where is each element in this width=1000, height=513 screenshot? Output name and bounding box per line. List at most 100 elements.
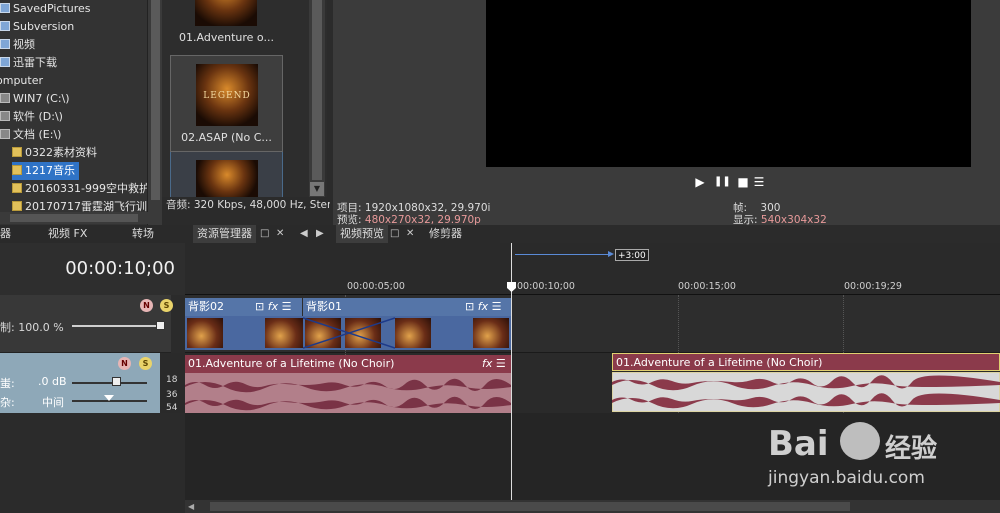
volume-label: 蚩:	[0, 377, 15, 390]
play-icon[interactable]: ▶	[693, 175, 707, 189]
tree-item-drive-d[interactable]: 软件 (D:\)	[0, 108, 63, 126]
tree-item-savedpictures[interactable]: SavedPictures	[0, 0, 91, 18]
ruler-label: 00:00:10;00	[517, 281, 575, 292]
tree-scrollbar[interactable]	[147, 0, 162, 225]
volume-slider[interactable]	[72, 382, 147, 384]
meter-tick: 18	[166, 375, 178, 385]
crop-icon[interactable]: ⊡	[255, 300, 264, 313]
audio-track-header[interactable]: N S 蚩: .0 dB 杂: 中间	[0, 353, 160, 413]
media-item-label: 02.ASAP (No C...	[181, 131, 272, 144]
fx-icon[interactable]: fx	[268, 300, 278, 313]
crop-icon[interactable]: ⊡	[465, 300, 474, 313]
timeline-horizontal-scrollbar[interactable]: ◀	[185, 500, 1000, 513]
video-preview-screen	[486, 0, 971, 167]
fx-icon[interactable]: fx	[478, 300, 488, 313]
tree-horizontal-scrollbar[interactable]	[0, 212, 160, 224]
tree-item-drive-c[interactable]: WIN7 (C:\)	[0, 90, 70, 108]
media-scrollbar[interactable]: ▼	[309, 0, 325, 197]
media-item[interactable]: LEGEND 01.Adventure o...	[170, 0, 283, 50]
tab-transitions[interactable]: 转场	[132, 225, 154, 243]
folder-icon	[12, 183, 22, 193]
volume-slider-knob[interactable]	[112, 377, 121, 386]
tree-item-video[interactable]: 视频	[0, 36, 35, 54]
tree-item-xunlei[interactable]: 迅雷下载	[0, 54, 57, 72]
audio-clip-title: 01.Adventure of a Lifetime (No Choir)	[616, 356, 823, 369]
media-thumbnail: LEGEND	[196, 64, 258, 126]
media-info: 音频: 320 Kbps, 48,000 Hz, Ster	[166, 199, 330, 211]
menu-icon[interactable]: ☰	[752, 175, 766, 189]
media-browser: LEGEND 01.Adventure o... LEGEND 02.ASAP …	[162, 0, 327, 197]
timeline-ruler[interactable]: +3:00 00:00:05;00 00:00:10;00 00:00:15;0…	[185, 243, 1000, 295]
tree-item-computer[interactable]: omputer	[0, 72, 43, 90]
video-track-header[interactable]: N S 制: 100.0 %	[0, 295, 173, 353]
folder-icon	[12, 165, 22, 175]
menu-icon[interactable]: ☰	[282, 300, 292, 313]
tab-mixer[interactable]: 器	[0, 225, 11, 243]
media-item-label: 01.Adventure o...	[179, 31, 274, 44]
media-thumbnail: LEGEND	[195, 0, 257, 26]
meter-tick: 36	[166, 390, 178, 400]
display-info: 显示: 540x304x32	[733, 214, 827, 226]
mute-icon[interactable]: N	[140, 299, 153, 312]
scroll-down-icon[interactable]: ▼	[310, 182, 324, 196]
folder-blue-icon	[0, 3, 10, 13]
drive-icon	[0, 129, 10, 139]
level-slider-knob[interactable]	[156, 321, 165, 330]
tab-video-fx[interactable]: 视频 FX	[48, 225, 87, 243]
tree-item-subversion[interactable]: Subversion	[0, 18, 74, 36]
media-item[interactable]	[170, 152, 283, 197]
scrollbar-thumb[interactable]	[151, 0, 160, 200]
menu-icon[interactable]: ☰	[492, 300, 502, 313]
loop-region[interactable]	[515, 254, 610, 255]
audio-waveform	[185, 373, 511, 413]
fx-icon[interactable]: fx	[482, 357, 492, 370]
solo-icon[interactable]: S	[160, 299, 173, 312]
mute-icon[interactable]: N	[118, 357, 131, 370]
video-frame	[395, 318, 431, 348]
video-frame	[473, 318, 509, 348]
scrollbar-thumb[interactable]	[312, 0, 322, 180]
tree-item-folder-20160331[interactable]: 20160331-999空中救护	[12, 180, 147, 198]
tab-explorer[interactable]: 资源管理器	[193, 225, 256, 243]
tab-video-preview[interactable]: 视频预览	[336, 225, 388, 243]
folder-blue-icon	[0, 57, 10, 67]
scrollbar-thumb[interactable]	[10, 214, 138, 222]
video-clip-body[interactable]	[185, 316, 511, 350]
tree-item-folder-1217[interactable]: 1217音乐	[12, 162, 79, 180]
tab-trimmer[interactable]: 修剪器	[429, 225, 462, 243]
pin-icon[interactable]: □	[390, 225, 399, 243]
folder-icon	[12, 147, 22, 157]
clip-controls: fx ☰	[482, 355, 506, 373]
video-frame	[187, 318, 223, 348]
video-clip-title: 背影01	[306, 300, 342, 313]
pin-icon[interactable]: □	[260, 225, 269, 243]
scroll-left-icon[interactable]: ◀	[188, 502, 194, 511]
folder-blue-icon	[0, 39, 10, 49]
panel-tab-bar: 器 视频 FX 转场 资源管理器 □ ✕ ◀ ▶ 视频预览 □ ✕ 修剪器	[0, 225, 500, 243]
menu-icon[interactable]: ☰	[496, 357, 506, 370]
tab-prev-icon[interactable]: ◀	[300, 225, 308, 243]
clip-controls: ⊡ fx ☰	[255, 298, 291, 316]
tab-next-icon[interactable]: ▶	[316, 225, 324, 243]
level-slider[interactable]	[72, 325, 165, 327]
tree-item-drive-e[interactable]: 文档 (E:\)	[0, 126, 61, 144]
transition-curve	[303, 317, 395, 349]
stop-icon[interactable]: ■	[736, 175, 750, 189]
solo-icon[interactable]: S	[139, 357, 152, 370]
pan-value: 中间	[42, 396, 64, 409]
video-frame	[265, 318, 303, 348]
video-clip-title: 背影02	[188, 300, 224, 313]
pause-icon[interactable]: ❚❚	[714, 175, 731, 189]
clip-controls: ⊡ fx ☰	[465, 298, 501, 316]
close-icon[interactable]: ✕	[406, 225, 414, 243]
volume-value: .0 dB	[38, 375, 67, 388]
close-icon[interactable]: ✕	[276, 225, 284, 243]
folder-icon	[12, 201, 22, 211]
audio-clip-header-selected[interactable]: 01.Adventure of a Lifetime (No Choir)	[612, 353, 1000, 371]
timecode-display[interactable]: 00:00:10;00	[50, 258, 175, 279]
media-item-selected[interactable]: LEGEND 02.ASAP (No C...	[170, 55, 283, 152]
ruler-label: 00:00:05;00	[347, 281, 405, 292]
audio-clip-header[interactable]: 01.Adventure of a Lifetime (No Choir)	[185, 355, 511, 373]
scrollbar-thumb[interactable]	[210, 502, 850, 511]
tree-item-folder-0322[interactable]: 0322素材资料	[12, 144, 97, 162]
